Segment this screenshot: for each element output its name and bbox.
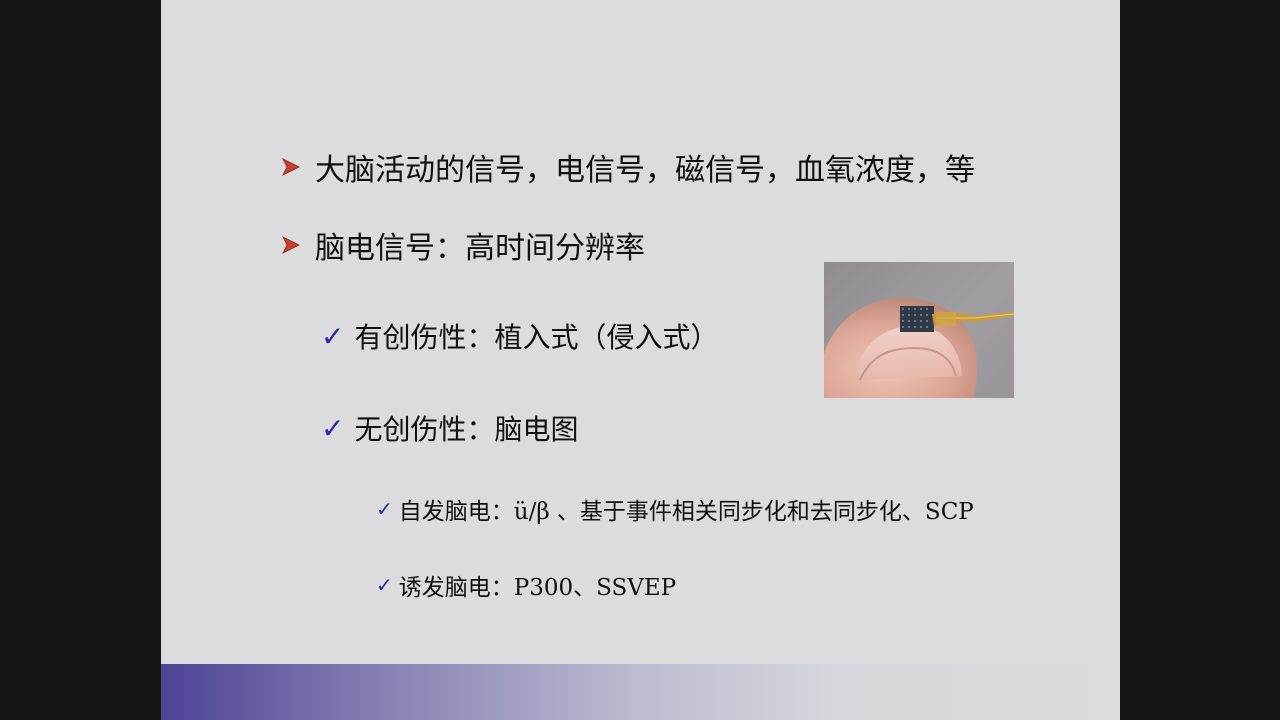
bullet-item: 脑电信号：高时间分辨率: [281, 223, 645, 267]
sub-item: ✓ 有创伤性：植入式（侵入式）: [321, 316, 718, 356]
sub-sub-item-text: 诱发脑电：P300、SSVEP: [398, 575, 677, 601]
arrow-bullet-icon: [282, 158, 300, 176]
bullet-text: 脑电信号：高时间分辨率: [315, 231, 645, 266]
sub-item-text: 无创伤性：脑电图: [354, 413, 579, 446]
sub-sub-item-text: 自发脑电：ü/β 、基于事件相关同步化和去同步化、SCP: [398, 499, 974, 525]
bullet-item: 大脑活动的信号，电信号，磁信号，血氧浓度，等: [281, 145, 975, 189]
checkmark-icon: ✓: [376, 573, 393, 597]
arrow-bullet-icon: [282, 236, 300, 254]
fingertip-microelectrode-image: [824, 297, 1014, 398]
sub-sub-item: ✓ 诱发脑电：P300、SSVEP: [376, 568, 676, 602]
checkmark-icon: ✓: [321, 411, 345, 445]
checkmark-icon: ✓: [376, 497, 393, 521]
footer-gradient-bar: [161, 664, 1120, 720]
sub-item: ✓ 无创伤性：脑电图: [321, 408, 578, 448]
checkmark-icon: ✓: [321, 319, 345, 353]
sub-sub-item: ✓ 自发脑电：ü/β 、基于事件相关同步化和去同步化、SCP: [376, 492, 974, 526]
electrode-array-photo: [824, 262, 1014, 398]
bullet-text: 大脑活动的信号，电信号，磁信号，血氧浓度，等: [315, 153, 975, 188]
sub-item-text: 有创伤性：植入式（侵入式）: [354, 321, 719, 354]
slide: 大脑活动的信号，电信号，磁信号，血氧浓度，等 脑电信号：高时间分辨率 ✓ 有创伤…: [161, 0, 1120, 720]
